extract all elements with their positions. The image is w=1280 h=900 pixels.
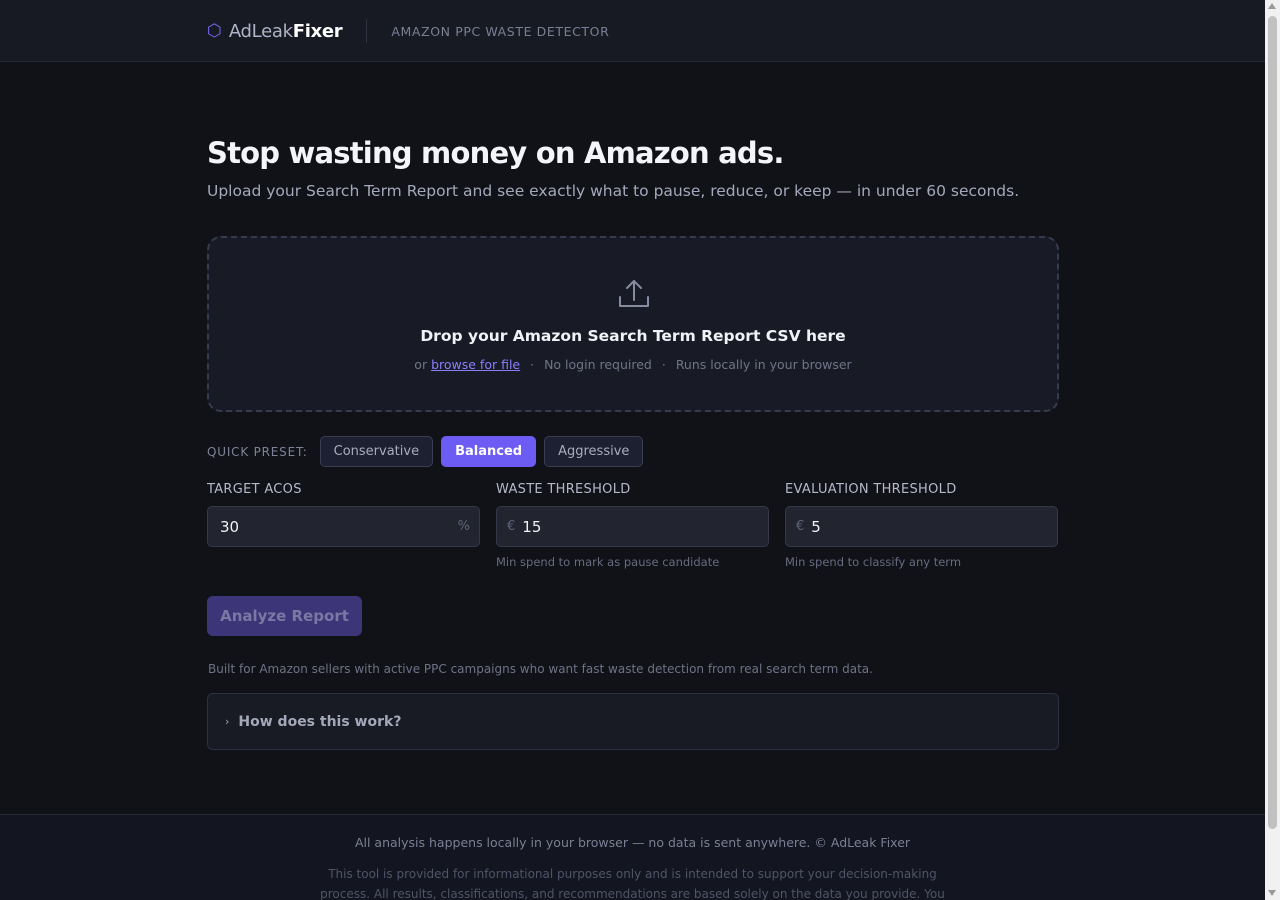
separator-dot: · [661,357,666,372]
chevron-right-icon: › [225,715,230,728]
preset-aggressive-button[interactable]: Aggressive [544,436,644,467]
local-note: Runs locally in your browser [675,357,852,372]
waste-threshold-input[interactable] [522,517,723,536]
waste-threshold-box: € [496,506,769,547]
header-tagline: AMAZON PPC WASTE DETECTOR [391,23,610,39]
dropzone-title: Drop your Amazon Search Term Report CSV … [420,327,846,345]
euro-prefix: € [796,519,805,534]
waste-threshold-field: WASTE THRESHOLD € Min spend to mark as p… [496,482,769,569]
waste-threshold-help: Min spend to mark as pause candidate [496,555,720,569]
brand-logo[interactable]: AdLeakFixer [229,21,343,42]
dropzone-meta: or browse for file · No login required ·… [209,357,1057,372]
preset-label: QUICK PRESET: [207,444,308,459]
target-acos-label: TARGET ACOS [207,482,302,497]
analyze-report-button[interactable]: Analyze Report [207,596,362,636]
brand-name-bold: Fixer [292,20,343,42]
how-it-works-accordion[interactable]: › How does this work? [207,693,1059,750]
brand-name-light: AdLeak [228,20,293,42]
brand: ⬡ AdLeakFixer AMAZON PPC WASTE DETECTOR [207,0,609,62]
page: ⬡ AdLeakFixer AMAZON PPC WASTE DETECTOR … [0,0,1265,900]
csv-dropzone[interactable]: Drop your Amazon Search Term Report CSV … [207,236,1059,412]
target-acos-input[interactable] [220,517,420,536]
evaluation-threshold-label: EVALUATION THRESHOLD [785,482,957,497]
evaluation-threshold-box: € [785,506,1058,547]
how-it-works-label: How does this work? [238,713,402,730]
preset-balanced-button[interactable]: Balanced [441,436,537,467]
scroll-thumb[interactable] [1268,16,1277,829]
dropzone-or: or [414,357,428,372]
upload-icon [617,277,651,315]
evaluation-threshold-help: Min spend to classify any term [785,555,962,569]
footer: All analysis happens locally in your bro… [0,814,1265,900]
hexagon-icon: ⬡ [207,20,222,41]
page-title: Stop wasting money on Amazon ads. [207,136,784,170]
browse-file-link[interactable]: browse for file [431,357,520,372]
built-for-note: Built for Amazon sellers with active PPC… [208,662,873,676]
top-bar: ⬡ AdLeakFixer AMAZON PPC WASTE DETECTOR [0,0,1265,62]
euro-prefix: € [507,519,516,534]
evaluation-threshold-field: EVALUATION THRESHOLD € Min spend to clas… [785,482,1058,569]
waste-threshold-label: WASTE THRESHOLD [496,482,631,497]
page-subtitle: Upload your Search Term Report and see e… [207,182,1020,200]
footer-privacy-note: All analysis happens locally in your bro… [354,835,911,850]
scroll-down-arrow-icon[interactable] [1268,890,1276,896]
footer-disclaimer: This tool is provided for informational … [320,867,945,900]
quick-preset-row: QUICK PRESET: Conservative Balanced Aggr… [207,436,651,467]
separator-dot: · [530,357,535,372]
vertical-scrollbar[interactable] [1265,0,1280,900]
no-login-note: No login required [544,357,652,372]
scroll-up-arrow-icon[interactable] [1268,3,1276,9]
header-divider [366,19,368,43]
target-acos-field: TARGET ACOS % [207,482,480,547]
preset-conservative-button[interactable]: Conservative [319,436,434,467]
target-acos-box: % [207,506,480,547]
percent-suffix: % [457,519,470,534]
evaluation-threshold-input[interactable] [811,517,1012,536]
